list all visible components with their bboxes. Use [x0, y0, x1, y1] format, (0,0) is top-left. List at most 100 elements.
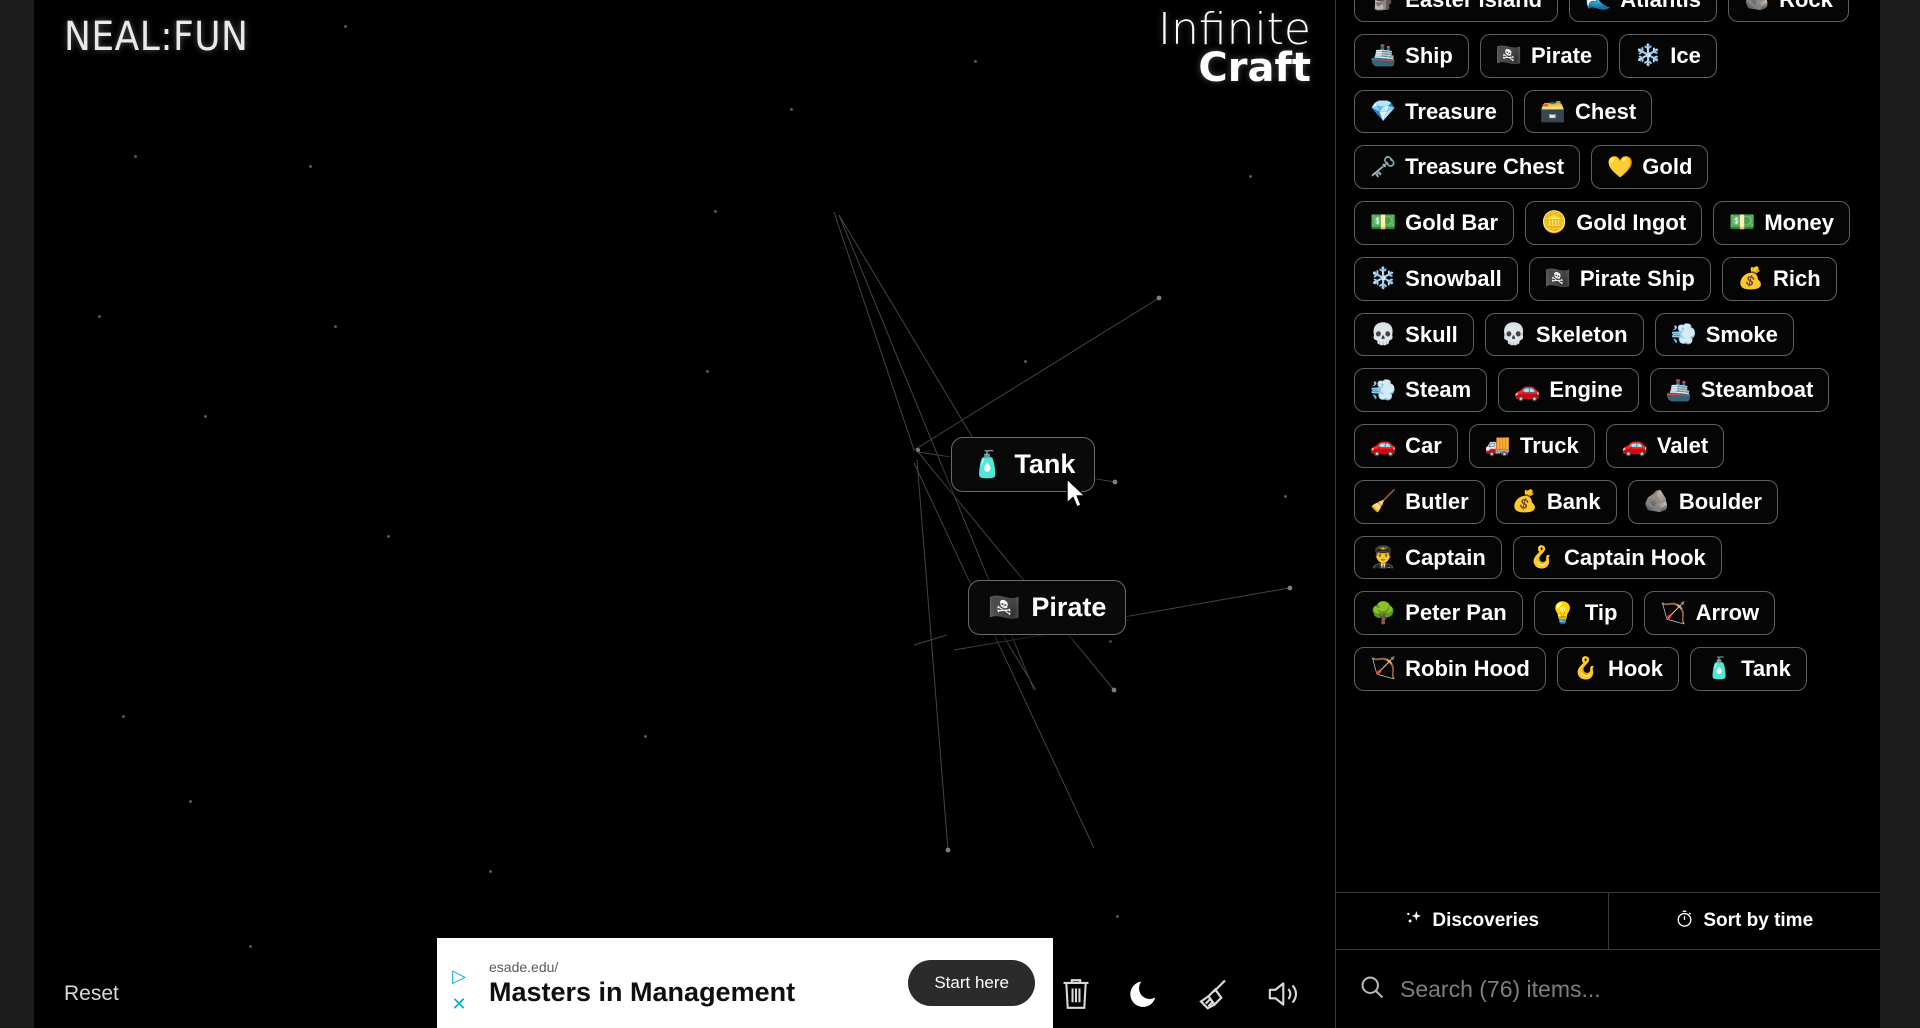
element-chip[interactable]: 🏹 Arrow — [1644, 591, 1776, 635]
broom-icon[interactable] — [1195, 976, 1231, 1012]
element-label: Snowball — [1405, 265, 1502, 291]
element-icon: 🏹 — [1370, 656, 1397, 681]
search-input[interactable] — [1400, 975, 1858, 1003]
element-chip[interactable]: 🪨 Rock — [1727, 0, 1849, 22]
element-chip[interactable]: 🧴 Tank — [1689, 647, 1807, 691]
sound-icon[interactable] — [1265, 977, 1303, 1011]
element-label: Boulder — [1678, 488, 1762, 514]
browser-edge-right — [1880, 0, 1920, 1028]
tab-discoveries[interactable]: Discoveries — [1336, 893, 1608, 949]
element-label: Atlantis — [1620, 0, 1701, 12]
ad-marks: ▷ ✕ — [437, 938, 481, 1028]
starfield — [34, 0, 1335, 1028]
timer-icon — [1675, 909, 1694, 934]
adchoices-icon[interactable]: ▷ — [452, 967, 466, 985]
tab-label: Sort by time — [1703, 910, 1814, 931]
element-label: Money — [1764, 210, 1835, 235]
element-icon: 🚗 — [1370, 433, 1397, 458]
element-chip[interactable]: 🌊 Atlantis — [1569, 0, 1717, 22]
element-chip[interactable]: 🪙 Gold Ingot — [1525, 201, 1703, 245]
reset-button[interactable]: Reset — [64, 982, 119, 1006]
element-chip[interactable]: 🌳 Peter Pan — [1354, 591, 1523, 635]
element-icon: 🪨 — [1744, 0, 1770, 10]
element-chip[interactable]: 🚢 Steamboat — [1649, 368, 1830, 412]
element-chip[interactable]: 💀 Skull — [1354, 312, 1474, 357]
element-chip[interactable]: 💨 Steam — [1354, 368, 1488, 412]
element-label: Easter Island — [1405, 0, 1542, 12]
element-chip[interactable]: 🪨 Boulder — [1627, 479, 1778, 524]
element-label: Tip — [1584, 600, 1618, 626]
ad-banner[interactable]: ▷ ✕ esade.edu/ Masters in Management Sta… — [437, 938, 1053, 1028]
element-chip[interactable]: 🗿 Easter Island — [1354, 0, 1559, 22]
canvas-node-pirate[interactable]: 🏴‍☠️ Pirate — [968, 580, 1127, 635]
element-chip[interactable]: 💵 Money — [1713, 201, 1851, 245]
element-chip[interactable]: 👨‍✈️ Captain — [1354, 535, 1502, 580]
element-label: Rock — [1779, 0, 1833, 12]
element-chip[interactable]: 💵 Gold Bar — [1354, 201, 1515, 245]
craft-canvas[interactable]: NEAL:FUN Infinite Craft 🧴 Tank 🏴‍☠️ Pira… — [34, 0, 1335, 1028]
element-chip[interactable]: 🚗 Engine — [1498, 368, 1639, 412]
element-icon: 🏴‍☠️ — [1544, 266, 1571, 291]
moon-icon[interactable] — [1127, 977, 1161, 1011]
element-label: Car — [1405, 433, 1442, 458]
connection-lines — [833, 211, 1293, 853]
element-icon: 💵 — [1370, 210, 1397, 235]
element-icon: 🚗 — [1621, 433, 1648, 458]
element-label: Hook — [1607, 656, 1663, 681]
element-chip[interactable]: 💰 Rich — [1721, 256, 1837, 301]
element-label: Captain — [1405, 544, 1486, 570]
elements-sidebar: 🗿 Easter Island 🌊 Atlantis 🪨 Rock 🚢 Ship 🏴‍☠️ Pir… — [1335, 0, 1880, 1028]
element-chip[interactable]: 🏴‍☠️ Pirate — [1479, 33, 1609, 78]
element-chip[interactable]: 🪝 Captain Hook — [1512, 535, 1722, 580]
element-icon: 🪝 — [1572, 656, 1599, 681]
browser-edge-left — [0, 0, 34, 1028]
element-chip[interactable]: 🗝️ Treasure Chest — [1354, 145, 1581, 189]
element-icon: 🗃️ — [1539, 98, 1567, 123]
element-chip[interactable]: 💛 Gold — [1591, 145, 1709, 189]
element-label: Skull — [1405, 321, 1458, 347]
element-icon: 🚢 — [1665, 377, 1692, 402]
element-chip[interactable]: 🚗 Valet — [1605, 424, 1725, 468]
element-icon: 💀 — [1500, 321, 1527, 346]
trash-icon[interactable] — [1059, 976, 1093, 1012]
canvas-toolbar — [1059, 976, 1303, 1012]
element-label: Smoke — [1705, 321, 1778, 347]
element-chip[interactable]: 💎 Treasure — [1354, 89, 1513, 134]
search-bar[interactable] — [1336, 950, 1880, 1028]
tab-sort-by-time[interactable]: Sort by time — [1607, 893, 1881, 949]
element-chip[interactable]: ❄️ Snowball — [1354, 256, 1518, 301]
element-chip[interactable]: 🪝 Hook — [1556, 647, 1679, 691]
element-label: Treasure Chest — [1405, 154, 1565, 180]
ad-text: esade.edu/ Masters in Management — [481, 959, 908, 1008]
element-chip[interactable]: 💀 Skeleton — [1484, 312, 1644, 357]
element-chip[interactable]: 💡 Tip — [1533, 591, 1634, 635]
element-icon: 🏴‍☠️ — [1495, 43, 1522, 68]
element-chip[interactable]: 🚚 Truck — [1468, 424, 1595, 468]
element-icon: 🌳 — [1370, 600, 1397, 625]
ad-headline: Masters in Management — [489, 976, 796, 1007]
ad-cta-button[interactable]: Start here — [908, 960, 1035, 1006]
element-chip[interactable]: 🗃️ Chest — [1523, 89, 1653, 134]
element-chip[interactable]: ❄️ Ice — [1619, 33, 1717, 78]
element-icon: 💎 — [1370, 98, 1397, 123]
element-chip[interactable]: 🚗 Car — [1354, 424, 1458, 468]
element-chip[interactable]: 🧹 Butler — [1354, 479, 1485, 524]
sidebar-tabs: Discoveries Sort by time — [1336, 892, 1880, 950]
element-label: Truck — [1520, 433, 1579, 458]
element-chip[interactable]: 🏴‍☠️ Pirate Ship — [1528, 256, 1711, 301]
neal-fun-logo[interactable]: NEAL:FUN — [64, 14, 248, 60]
element-label: Peter Pan — [1405, 600, 1507, 626]
element-chip[interactable]: 💨 Smoke — [1654, 312, 1794, 357]
canvas-node-tank[interactable]: 🧴 Tank — [951, 437, 1096, 492]
element-icon: 🧴 — [1705, 656, 1733, 681]
element-chip[interactable]: 🏹 Robin Hood — [1354, 647, 1546, 691]
ad-close-icon[interactable]: ✕ — [451, 995, 466, 1013]
element-icon: 💰 — [1737, 266, 1764, 291]
element-chip[interactable]: 💰 Bank — [1495, 479, 1617, 524]
canvas-node-label: Tank — [1014, 449, 1076, 479]
element-list[interactable]: 🗿 Easter Island 🌊 Atlantis 🪨 Rock 🚢 Ship 🏴‍☠️ Pir… — [1336, 0, 1880, 892]
element-icon: 🏹 — [1660, 600, 1687, 625]
element-label: Steam — [1405, 377, 1472, 403]
element-label: Skeleton — [1535, 321, 1628, 347]
element-chip[interactable]: 🚢 Ship — [1354, 33, 1469, 78]
